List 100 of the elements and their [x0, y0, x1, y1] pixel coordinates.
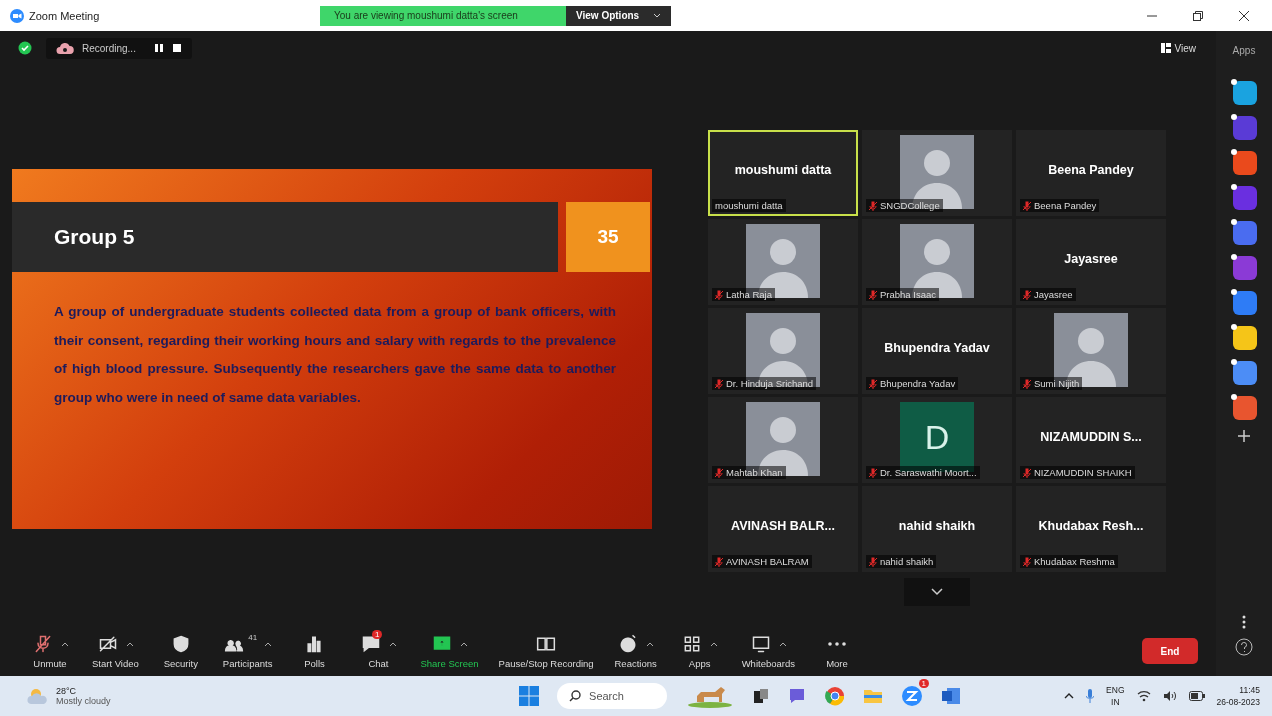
participant-label: Sumi Nijith — [1034, 378, 1080, 389]
app-icon[interactable] — [1231, 149, 1257, 175]
toolbar-button[interactable]: Polls — [284, 633, 345, 669]
participant-tile[interactable]: Sumi Nijith — [1016, 308, 1166, 394]
caret-icon[interactable] — [460, 641, 468, 647]
slide-number: 35 — [566, 202, 650, 272]
region-code: IN — [1111, 696, 1120, 708]
participant-tile[interactable]: Dr. Hinduja Srichand — [708, 308, 858, 394]
view-button[interactable]: View — [1154, 41, 1202, 55]
wifi-icon[interactable] — [1136, 690, 1151, 702]
app-icon[interactable] — [1231, 114, 1257, 140]
participant-tile[interactable]: Latha Raja — [708, 219, 858, 305]
zoom-logo-icon — [10, 8, 24, 23]
participant-label: AVINASH BALRAM — [726, 556, 809, 567]
participant-label: SNGDCollege — [880, 200, 940, 211]
pause-icon[interactable] — [153, 43, 164, 53]
cloud-icon — [56, 41, 74, 55]
toolbar-button[interactable]: Share Screen — [412, 633, 487, 669]
window-title: Zoom Meeting — [29, 9, 100, 22]
toolbar-button[interactable]: 41 Participants — [214, 633, 281, 669]
language-indicator[interactable]: ENG IN — [1106, 684, 1125, 708]
participant-tile[interactable]: Khudabax Resh... Khudabax Reshma — [1016, 486, 1166, 572]
toolbar-button[interactable]: Start Video — [84, 633, 147, 669]
zoom-app-icon[interactable] — [901, 685, 924, 707]
more-icon — [827, 642, 846, 646]
taskbar-search-field[interactable]: Search — [557, 683, 668, 709]
toolbar-button[interactable]: Unmute — [20, 633, 80, 669]
participant-name: Jayasree — [1064, 252, 1118, 266]
participant-label: Beena Pandey — [1034, 200, 1097, 211]
stop-icon[interactable] — [171, 43, 182, 53]
recording-label: Recording... — [82, 42, 136, 54]
date: 26-08-2023 — [1216, 696, 1260, 708]
apps-label: Apps — [1232, 45, 1256, 56]
app-icon[interactable] — [1231, 359, 1257, 385]
participant-count: 41 — [248, 633, 258, 642]
end-button[interactable]: End — [1142, 638, 1198, 664]
caret-icon[interactable] — [388, 641, 397, 647]
toolbar-button[interactable]: Reactions — [605, 633, 666, 669]
time: 11:45 — [1239, 684, 1260, 696]
participant-name: AVINASH BALR... — [731, 519, 835, 533]
clock[interactable]: 11:45 26-08-2023 — [1216, 684, 1260, 708]
document-app-icon[interactable] — [941, 686, 962, 706]
app-icon[interactable] — [1231, 254, 1257, 280]
folder-icon[interactable] — [863, 687, 884, 705]
participant-label: Latha Raja — [726, 289, 772, 300]
participant-label: Dr. Hinduja Srichand — [726, 378, 814, 389]
toolbar-button[interactable]: Apps — [669, 633, 730, 669]
app-icon[interactable] — [1231, 219, 1257, 245]
participant-tile[interactable]: nahid shaikh nahid shaikh — [862, 486, 1012, 572]
search-placeholder: Search — [589, 690, 624, 702]
caret-icon[interactable] — [264, 641, 273, 647]
caret-icon[interactable] — [125, 641, 134, 647]
app-icon[interactable] — [1231, 394, 1257, 420]
plus-icon[interactable] — [1237, 429, 1251, 443]
windows-start-icon[interactable] — [519, 686, 540, 706]
participant-tile[interactable]: SNGDCollege — [862, 130, 1012, 216]
caret-icon[interactable] — [60, 641, 69, 647]
record-icon — [535, 634, 558, 654]
grid-view-icon — [1160, 43, 1171, 53]
participant-name: moushumi datta — [734, 163, 832, 177]
restore-icon[interactable] — [1192, 9, 1204, 22]
participant-label: Khudabax Reshma — [1034, 556, 1115, 567]
participant-tile[interactable]: Beena Pandey Beena Pandey — [1016, 130, 1166, 216]
participant-tile[interactable]: Prabha Isaac — [862, 219, 1012, 305]
close-icon[interactable] — [1238, 9, 1250, 22]
task-view-icon[interactable] — [753, 688, 770, 704]
toolbar-button[interactable]: More — [806, 633, 867, 669]
toolbar-button[interactable]: Security — [150, 633, 211, 669]
participant-name: Bhupendra Yadav — [884, 341, 990, 355]
microphone-icon[interactable] — [1086, 689, 1095, 703]
browser-icon[interactable] — [825, 686, 846, 706]
help-icon[interactable] — [1235, 638, 1253, 656]
participant-tile[interactable]: Jayasree Jayasree — [1016, 219, 1166, 305]
participant-tile[interactable]: Mahtab Khan — [708, 397, 858, 483]
participant-label: Prabha Isaac — [880, 289, 936, 300]
toolbar-button[interactable]: Pause/Stop Recording — [490, 633, 602, 669]
more-vertical-icon[interactable] — [1242, 615, 1246, 629]
slide-title: Group 5 — [54, 225, 135, 249]
caret-icon[interactable] — [778, 641, 787, 647]
view-options-button[interactable]: View Options — [566, 5, 672, 26]
shield-check-icon[interactable] — [18, 41, 32, 55]
caret-icon — [653, 12, 662, 19]
cloudy-weather-icon — [26, 686, 50, 706]
battery-icon[interactable] — [1188, 691, 1205, 701]
chevron-up-icon[interactable] — [1064, 692, 1075, 700]
toolbar-button[interactable]: 1 Chat — [348, 633, 409, 669]
app-icon[interactable] — [1231, 79, 1257, 105]
slide-text: A group of undergraduate students collected data from a group of bank officers, with their consent, regarding their working hours and salary with regards to the prevalence of high blood pressure. Subsequently the researchers gave the same data to another group who were in need of same data variables. — [54, 303, 616, 407]
speaker-icon[interactable] — [1162, 690, 1177, 702]
caret-icon[interactable] — [646, 641, 655, 647]
app-icon[interactable] — [1231, 324, 1257, 350]
app-icon[interactable] — [1231, 289, 1257, 315]
app-icon[interactable] — [1231, 184, 1257, 210]
participant-label: Mahtab Khan — [726, 467, 783, 478]
participant-tile[interactable]: NIZAMUDDIN S... NIZAMUDDIN SHAIKH — [1016, 397, 1166, 483]
participant-tile[interactable]: Bhupendra Yadav Bhupendra Yadav — [862, 308, 1012, 394]
participant-tile[interactable]: moushumi datta moushumi datta — [708, 130, 858, 216]
caret-icon[interactable] — [710, 641, 719, 647]
toolbar-button[interactable]: Whiteboards — [733, 633, 803, 669]
participant-tile[interactable]: AVINASH BALR... AVINASH BALRAM — [708, 486, 858, 572]
